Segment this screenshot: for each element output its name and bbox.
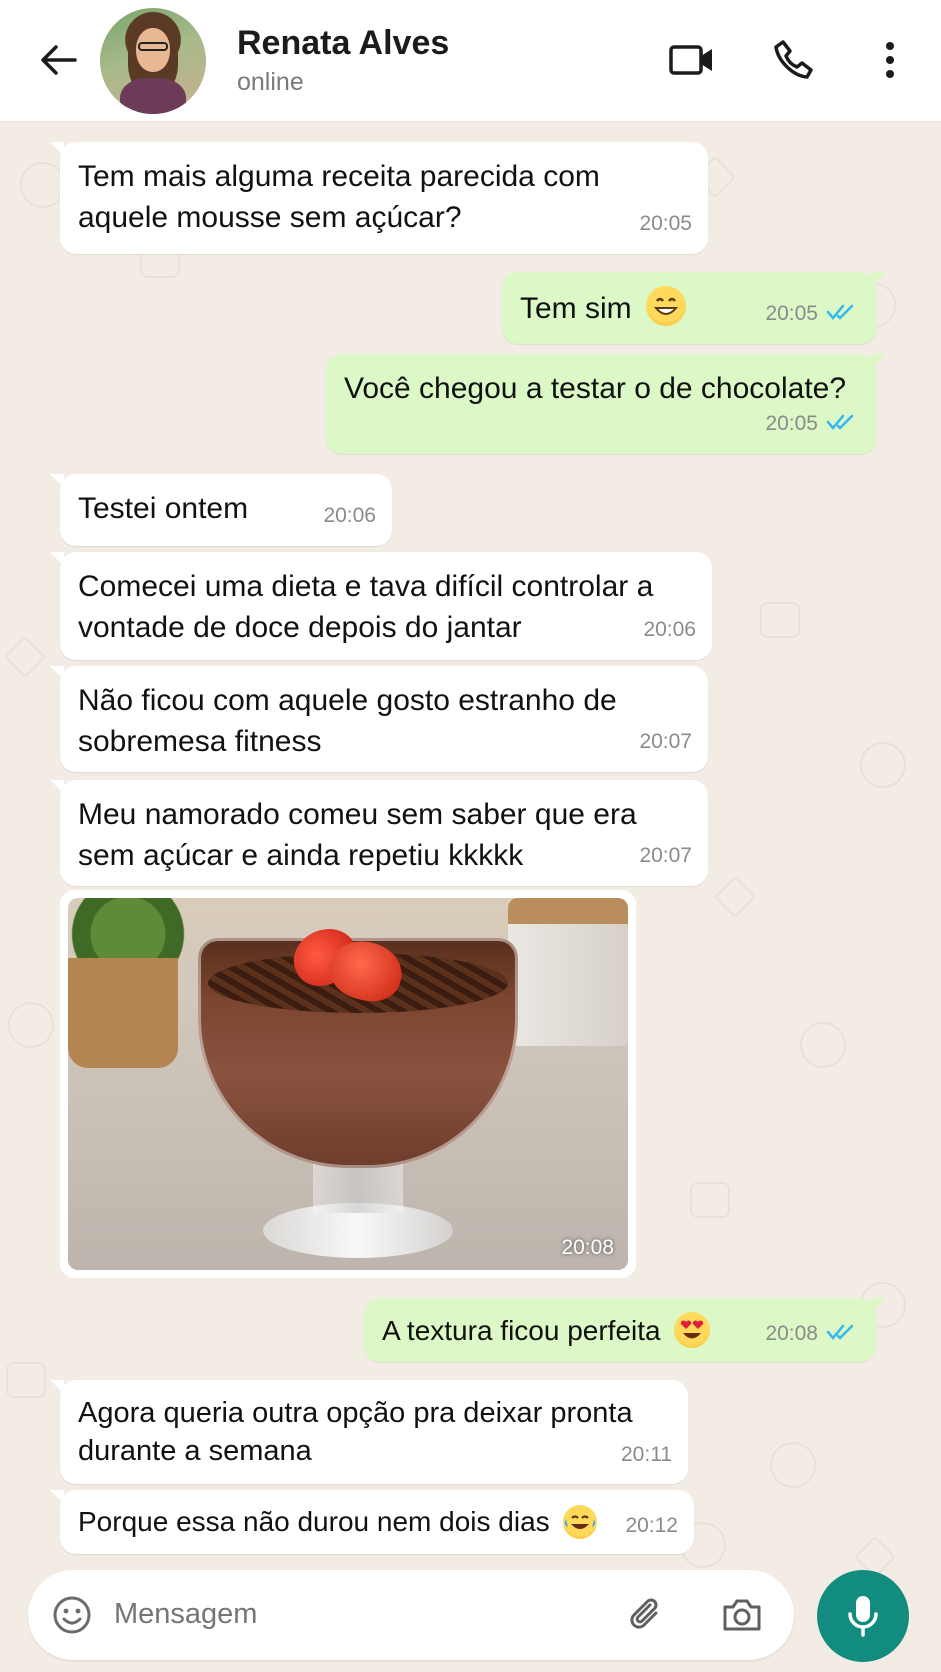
message-time: 20:11 — [621, 1443, 672, 1466]
message-time: 20:07 — [639, 730, 692, 753]
message-incoming[interactable]: Agora queria outra opção pra deixar pron… — [50, 1380, 688, 1484]
chat-header: Renata Alves online — [0, 0, 941, 122]
message-incoming[interactable]: Testei ontem 20:06 — [50, 474, 392, 546]
message-time: 20:08 — [765, 1322, 818, 1345]
message-text: Meu namorado comeu sem saber que era sem… — [78, 798, 637, 872]
read-ticks-icon — [826, 401, 858, 442]
message-outgoing[interactable]: A textura ficou perfeita 20:08 — [364, 1298, 886, 1362]
message-time: 20:06 — [323, 504, 376, 527]
read-ticks-icon — [826, 291, 858, 332]
message-time: 20:05 — [765, 302, 818, 325]
attach-icon[interactable] — [622, 1591, 670, 1639]
grinning-face-emoji-icon — [646, 286, 687, 326]
contact-avatar[interactable] — [100, 8, 206, 114]
emoji-icon[interactable] — [48, 1591, 96, 1639]
message-text: Tem sim — [520, 292, 632, 325]
message-composer[interactable] — [28, 1570, 794, 1660]
read-ticks-icon — [826, 1314, 858, 1350]
message-text: Agora queria outra opção pra deixar pron… — [78, 1397, 633, 1467]
microphone-icon — [848, 1596, 878, 1637]
message-time: 20:08 — [561, 1236, 614, 1259]
back-arrow-icon[interactable] — [34, 36, 82, 84]
message-text: Porque essa não durou nem dois dias — [78, 1506, 550, 1537]
contact-status: online — [237, 68, 304, 96]
message-time: 20:05 — [639, 212, 692, 235]
message-text: A textura ficou perfeita — [382, 1315, 661, 1346]
message-text: Você chegou a testar o de chocolate? — [344, 372, 847, 405]
message-incoming[interactable]: Tem mais alguma receita parecida com aqu… — [50, 142, 708, 254]
message-outgoing[interactable]: Você chegou a testar o de chocolate? 20:… — [326, 354, 886, 454]
image-message[interactable]: 20:08 — [60, 890, 636, 1278]
message-text: Testei ontem — [78, 492, 249, 525]
message-incoming[interactable]: Meu namorado comeu sem saber que era sem… — [50, 780, 708, 886]
camera-icon[interactable] — [718, 1591, 766, 1639]
message-outgoing[interactable]: Tem sim 20:05 — [502, 272, 886, 344]
tears-of-joy-emoji-icon — [563, 1505, 598, 1539]
message-text: Tem mais alguma receita parecida com aqu… — [78, 160, 600, 234]
message-time: 20:12 — [625, 1514, 678, 1537]
message-time: 20:07 — [639, 844, 692, 867]
phone-icon[interactable] — [768, 34, 820, 86]
heart-eyes-emoji-icon — [674, 1312, 711, 1348]
message-time: 20:06 — [643, 618, 696, 641]
message-input[interactable] — [114, 1598, 554, 1631]
message-text: Não ficou com aquele gosto estranho de s… — [78, 684, 617, 758]
message-incoming[interactable]: Comecei uma dieta e tava difícil control… — [50, 552, 712, 660]
message-text: Comecei uma dieta e tava difícil control… — [78, 570, 654, 644]
microphone-button[interactable] — [817, 1570, 909, 1662]
message-time: 20:05 — [765, 412, 818, 435]
message-incoming[interactable]: Não ficou com aquele gosto estranho de s… — [50, 666, 708, 772]
contact-name[interactable]: Renata Alves — [237, 24, 449, 63]
chocolate-mousse-photo[interactable]: 20:08 — [68, 898, 628, 1270]
message-incoming[interactable]: Porque essa não durou nem dois dias 20:1… — [50, 1490, 694, 1554]
more-options-icon[interactable] — [864, 34, 916, 86]
video-call-icon[interactable] — [666, 34, 718, 86]
